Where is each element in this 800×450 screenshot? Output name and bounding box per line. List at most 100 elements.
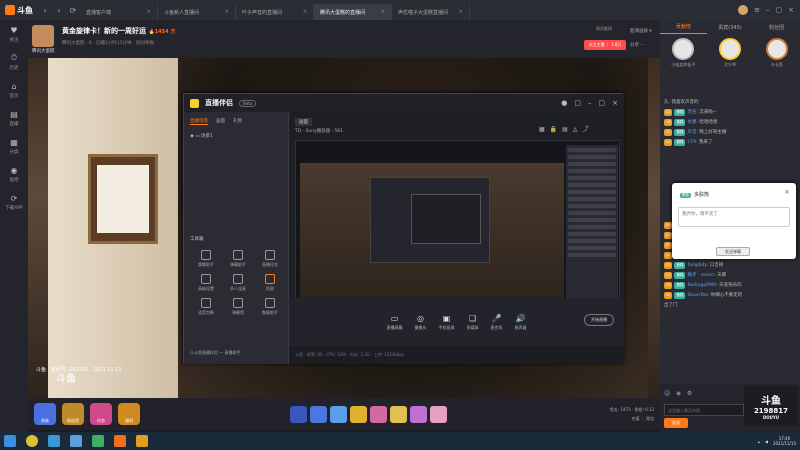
- tool-item[interactable]: 弹幕助手: [222, 250, 254, 268]
- douyu-logo[interactable]: 斗鱼: [0, 0, 38, 20]
- quality-select[interactable]: 超清画质 ▾: [630, 28, 652, 34]
- rank-label[interactable]: 周贡献榜: [596, 26, 612, 32]
- tab-screen[interactable]: 画面: [216, 118, 225, 125]
- emoji-icon[interactable]: ☺: [664, 390, 670, 397]
- anchor-avatar[interactable]: [32, 25, 54, 47]
- popup-send-button[interactable]: 发送弹幕: [716, 247, 750, 256]
- welfare-icon[interactable]: 福利: [118, 403, 140, 425]
- phone-cast-button[interactable]: ▣ 手机投屏: [439, 314, 455, 331]
- browser-tab-active[interactable]: 腾讯大蛋糕的直播间 ×: [314, 4, 392, 20]
- sidebar-item-history[interactable]: ⏱ 历史: [0, 48, 28, 76]
- popup-reply-input[interactable]: 我弄你，萌不卖了: [678, 207, 790, 227]
- noble-icon[interactable]: 贵族: [34, 403, 56, 425]
- tab-vip[interactable]: 贵宾(345): [707, 20, 754, 34]
- video-player[interactable]: 斗鱼 斗鱼 · 房间号: 182315 · 2021.11.15 直播伴侣 Be…: [28, 58, 660, 398]
- microphone-button[interactable]: 🎤 麦克风: [491, 314, 503, 331]
- tool-item[interactable]: 语音判断: [190, 298, 222, 316]
- volume-icon[interactable]: ◀: [765, 439, 768, 444]
- tab-gift[interactable]: 礼物: [233, 118, 242, 125]
- tool-item[interactable]: 直播任务: [254, 250, 286, 268]
- bell-icon[interactable]: ◬: [573, 126, 583, 133]
- close-tab-icon[interactable]: ×: [225, 9, 229, 15]
- gift-item[interactable]: [390, 405, 407, 423]
- gift-item[interactable]: [430, 405, 447, 423]
- rank-item[interactable]: 卡卡西: [757, 38, 797, 94]
- close-tab-icon[interactable]: ×: [459, 9, 463, 15]
- grid-icon[interactable]: ▦: [539, 126, 550, 133]
- tool-item[interactable]: 数据助手: [254, 298, 286, 316]
- rank-item[interactable]: 大少爷: [710, 38, 750, 94]
- layout-icon[interactable]: ▤: [562, 126, 573, 133]
- media-player-icon[interactable]: [92, 435, 104, 447]
- chat-input[interactable]: 这里输入聊天内容: [664, 404, 744, 416]
- refresh-icon[interactable]: ⟳: [66, 6, 80, 15]
- close-tab-icon[interactable]: ×: [303, 9, 307, 15]
- gift-item[interactable]: [370, 405, 387, 423]
- sidebar-item-download[interactable]: ⟳ 下载APP: [0, 188, 28, 216]
- gift-item[interactable]: [310, 405, 327, 423]
- anchor-name[interactable]: 腾讯大蛋糕: [32, 48, 55, 54]
- media-button[interactable]: ❏ 多媒体: [467, 314, 479, 331]
- app-menu-icon[interactable]: ▢: [574, 99, 581, 107]
- user-avatar[interactable]: [738, 5, 749, 15]
- main-tab[interactable]: 画面: [295, 118, 312, 126]
- share-icon[interactable]: ⤴: [582, 126, 593, 133]
- tool-item[interactable]: 高级设置: [190, 274, 222, 292]
- sidebar-item-category[interactable]: ▦ 分类: [0, 132, 28, 160]
- network-icon[interactable]: ▴: [758, 439, 760, 444]
- tab-scene[interactable]: 直播场景: [190, 118, 208, 125]
- sidebar-item-home[interactable]: ⌂ 首页: [0, 76, 28, 104]
- clock[interactable]: 17:40 2021/11/15: [773, 436, 796, 446]
- fan-club-icon[interactable]: 粉丝团: [62, 403, 84, 425]
- app-icon[interactable]: [70, 435, 82, 447]
- tool-item[interactable]: 多人连麦: [222, 274, 254, 292]
- speaker-button[interactable]: 🔊 扬声器: [515, 314, 527, 331]
- close-tab-icon[interactable]: ×: [147, 9, 151, 15]
- forward-icon[interactable]: ›: [52, 6, 66, 15]
- tool-item[interactable]: 跳舞助手: [190, 250, 222, 268]
- tab-contribution[interactable]: 贡献榜: [660, 20, 707, 34]
- send-button[interactable]: 发送: [664, 418, 688, 428]
- menu-icon[interactable]: ≡: [754, 6, 760, 14]
- browser-tab[interactable]: 直播客户端 ×: [80, 4, 158, 20]
- tool-item[interactable]: 投屏: [254, 274, 286, 292]
- tool-item[interactable]: 弹幕墙: [222, 298, 254, 316]
- gift-item[interactable]: [410, 405, 427, 423]
- browser-tab[interactable]: 叶子声音的直播间 ×: [236, 4, 314, 20]
- camera-button[interactable]: ◎ 摄像头: [415, 314, 427, 331]
- browser-tab[interactable]: 声优喵子大蛋糕直播间 ×: [392, 4, 470, 20]
- browser-tab[interactable]: 斗鱼新人直播间 ×: [158, 4, 236, 20]
- app-minimize-icon[interactable]: –: [588, 99, 592, 107]
- lock-icon[interactable]: 🔒: [550, 126, 562, 133]
- douyu-app-icon[interactable]: [114, 435, 126, 447]
- scene-item[interactable]: ◉ ▭ 场景1: [184, 131, 288, 141]
- tab-fans[interactable]: 粉丝团: [753, 20, 800, 34]
- close-tab-icon[interactable]: ×: [381, 9, 385, 15]
- screen-share-button[interactable]: ▭ 直播屏幕: [387, 314, 403, 331]
- app-maximize-icon[interactable]: ▢: [599, 99, 606, 107]
- ie-icon[interactable]: [48, 435, 60, 447]
- stream-preview[interactable]: [295, 140, 620, 316]
- app-avatar-icon[interactable]: ●: [561, 99, 567, 107]
- sidebar-item-fishbar[interactable]: ◉ 鱼吧: [0, 160, 28, 188]
- fan-badge-icon[interactable]: ◈: [676, 390, 681, 397]
- close-window-icon[interactable]: ×: [788, 6, 794, 14]
- popup-close-icon[interactable]: ×: [784, 188, 790, 196]
- task-icon[interactable]: 任务: [90, 403, 112, 425]
- sidebar-item-live[interactable]: ▤ 直播: [0, 104, 28, 132]
- minimize-icon[interactable]: –: [766, 6, 770, 14]
- follow-button[interactable]: 关注主播 ｜ 1.8万: [584, 40, 626, 50]
- windows-start-icon[interactable]: [4, 435, 16, 447]
- gift-item[interactable]: [330, 405, 347, 423]
- gift-item[interactable]: [350, 405, 367, 423]
- share-button[interactable]: 分享 ⋯: [630, 42, 645, 48]
- rank-item[interactable]: 小仙女的仙子: [663, 38, 703, 94]
- back-icon[interactable]: ‹: [38, 6, 52, 15]
- maximize-icon[interactable]: ▢: [776, 6, 783, 14]
- gear-icon[interactable]: ⚙: [687, 390, 692, 397]
- gift-item[interactable]: [290, 405, 307, 423]
- recharge-link[interactable]: 充值 ｜ 背包: [631, 416, 654, 422]
- sidebar-item-follow[interactable]: ♥ 关注: [0, 20, 28, 48]
- folder-icon[interactable]: [136, 435, 148, 447]
- start-live-button[interactable]: 开始直播: [584, 314, 614, 326]
